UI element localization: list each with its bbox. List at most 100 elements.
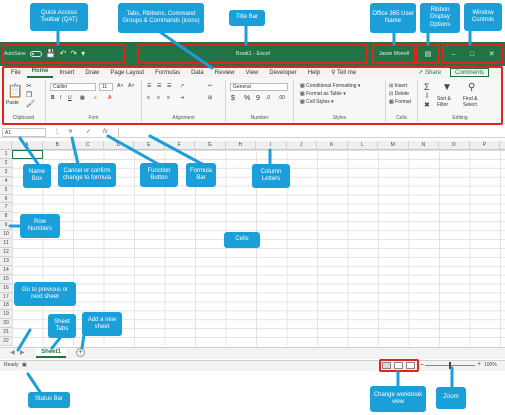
font-name-select[interactable]: Calibri [50, 83, 96, 91]
tab-formulas[interactable]: Formulas [150, 70, 185, 78]
font-color-icon[interactable]: A [108, 95, 111, 101]
borders-icon[interactable]: ▦ [80, 95, 85, 101]
comma-icon[interactable]: 9 [256, 95, 260, 102]
autosave-toggle[interactable] [29, 51, 42, 57]
align-right-icon[interactable]: ≡ [167, 95, 170, 101]
row-header[interactable]: 8 [0, 212, 12, 222]
row-header[interactable]: 17 [0, 292, 12, 302]
row-header[interactable]: 2 [0, 158, 12, 168]
merge-center-icon[interactable]: ⊞ [208, 95, 212, 101]
normal-view-button[interactable] [382, 362, 391, 369]
font-size-select[interactable]: 11 [99, 83, 113, 91]
row-header[interactable]: 1 [0, 150, 12, 159]
confirm-icon[interactable]: ✓ [86, 128, 91, 137]
sort-filter-icon[interactable]: ▼ [442, 83, 452, 93]
paste-icon[interactable]: 📋 [7, 84, 23, 97]
row-header[interactable]: 15 [0, 274, 12, 284]
zoom-level[interactable]: 100% [484, 362, 497, 368]
increase-decimal-icon[interactable]: .0 [266, 95, 270, 101]
column-header[interactable]: B [43, 141, 73, 150]
column-header[interactable]: N [409, 141, 439, 150]
row-header[interactable]: 14 [0, 265, 12, 275]
find-select-icon[interactable]: ⚲ [468, 83, 475, 93]
row-header[interactable]: 16 [0, 283, 12, 293]
insert-cells-button[interactable]: ⊞ Insert [389, 83, 407, 89]
bold-icon[interactable]: B [51, 95, 55, 101]
indent-icon[interactable]: ⇥ [180, 95, 184, 101]
column-header[interactable]: O [439, 141, 470, 150]
tab-data[interactable]: Data [186, 70, 209, 78]
cell-styles-button[interactable]: ▦ Cell Styles ▾ [300, 99, 334, 105]
row-header[interactable]: 22 [0, 337, 12, 346]
grow-font-icon[interactable]: A˄ [117, 83, 123, 89]
column-header[interactable]: C [73, 141, 104, 150]
column-header[interactable]: M [378, 141, 409, 150]
zoom-slider-thumb[interactable] [449, 362, 451, 369]
column-header[interactable]: I [256, 141, 287, 150]
share-button[interactable]: ↗ Share [418, 67, 441, 78]
row-header[interactable]: 7 [0, 203, 12, 213]
row-header[interactable]: 13 [0, 256, 12, 266]
sheet-tab-sheet1[interactable]: Sheet1 [36, 348, 66, 358]
restore-icon[interactable]: □ [470, 51, 474, 58]
align-top-icon[interactable]: ☰ [147, 83, 151, 89]
tell-me-search[interactable]: ⚲ Tell me [326, 69, 361, 78]
decrease-decimal-icon[interactable]: .00 [278, 95, 285, 101]
wrap-text-icon[interactable]: ↩ [208, 83, 212, 89]
format-cells-button[interactable]: ▦ Format [389, 99, 411, 105]
macro-record-icon[interactable]: ▣ [22, 362, 27, 368]
number-format-select[interactable]: General [230, 83, 288, 91]
insert-function-button[interactable]: fx [103, 128, 108, 137]
sort-filter-label[interactable]: Sort & Filter [437, 96, 459, 108]
formula-input[interactable] [118, 128, 500, 137]
tab-view[interactable]: View [240, 70, 263, 78]
row-header[interactable]: 20 [0, 319, 12, 329]
column-header[interactable]: A [12, 141, 43, 150]
tab-help[interactable]: Help [303, 70, 325, 78]
next-sheet-icon[interactable]: ▶ [20, 349, 25, 356]
save-icon[interactable]: 💾 [46, 50, 56, 58]
minimize-icon[interactable]: – [451, 51, 455, 58]
delete-cells-button[interactable]: ⊟ Delete [389, 91, 409, 97]
tab-file[interactable]: File [6, 70, 26, 78]
cancel-icon[interactable]: ✕ [68, 128, 73, 137]
active-cell[interactable] [12, 150, 43, 159]
align-left-icon[interactable]: ≡ [147, 95, 150, 101]
align-middle-icon[interactable]: ☰ [157, 83, 161, 89]
row-header[interactable]: 6 [0, 194, 12, 204]
column-header[interactable]: E [134, 141, 165, 150]
row-header[interactable]: 5 [0, 185, 12, 195]
page-layout-view-button[interactable] [394, 362, 403, 369]
currency-icon[interactable]: $ [231, 95, 235, 102]
row-header[interactable]: 11 [0, 239, 12, 248]
column-header[interactable]: G [195, 141, 226, 150]
row-header[interactable]: 19 [0, 310, 12, 320]
user-name[interactable]: Jason Morrell [374, 46, 414, 62]
italic-icon[interactable]: I [60, 95, 61, 101]
align-center-icon[interactable]: ≡ [157, 95, 160, 101]
previous-sheet-icon[interactable]: ◀ [10, 349, 15, 356]
row-header[interactable]: 10 [0, 230, 12, 240]
row-header[interactable]: 18 [0, 301, 12, 311]
name-box[interactable]: A1 [2, 128, 46, 137]
redo-icon[interactable]: ↷ [70, 50, 77, 58]
copy-icon[interactable]: ❐ [26, 92, 32, 99]
column-header[interactable]: F [165, 141, 195, 150]
fill-icon[interactable]: ⇩ [424, 93, 430, 100]
align-bottom-icon[interactable]: ☰ [167, 83, 171, 89]
column-header[interactable]: D [104, 141, 134, 150]
underline-icon[interactable]: U [68, 95, 72, 101]
close-icon[interactable]: ✕ [489, 50, 495, 58]
page-break-view-button[interactable] [406, 362, 415, 369]
tab-page-layout[interactable]: Page Layout [105, 70, 149, 78]
tab-home[interactable]: Home [26, 68, 54, 78]
row-header[interactable]: 12 [0, 248, 12, 257]
row-header[interactable]: 9 [0, 221, 12, 231]
clear-icon[interactable]: ✖ [424, 102, 430, 109]
column-header[interactable]: J [287, 141, 317, 150]
autosum-icon[interactable]: Σ [424, 83, 430, 92]
tab-developer[interactable]: Developer [264, 70, 301, 78]
orientation-icon[interactable]: ↗ [180, 83, 184, 89]
tab-draw[interactable]: Draw [80, 70, 104, 78]
row-header[interactable]: 4 [0, 176, 12, 186]
